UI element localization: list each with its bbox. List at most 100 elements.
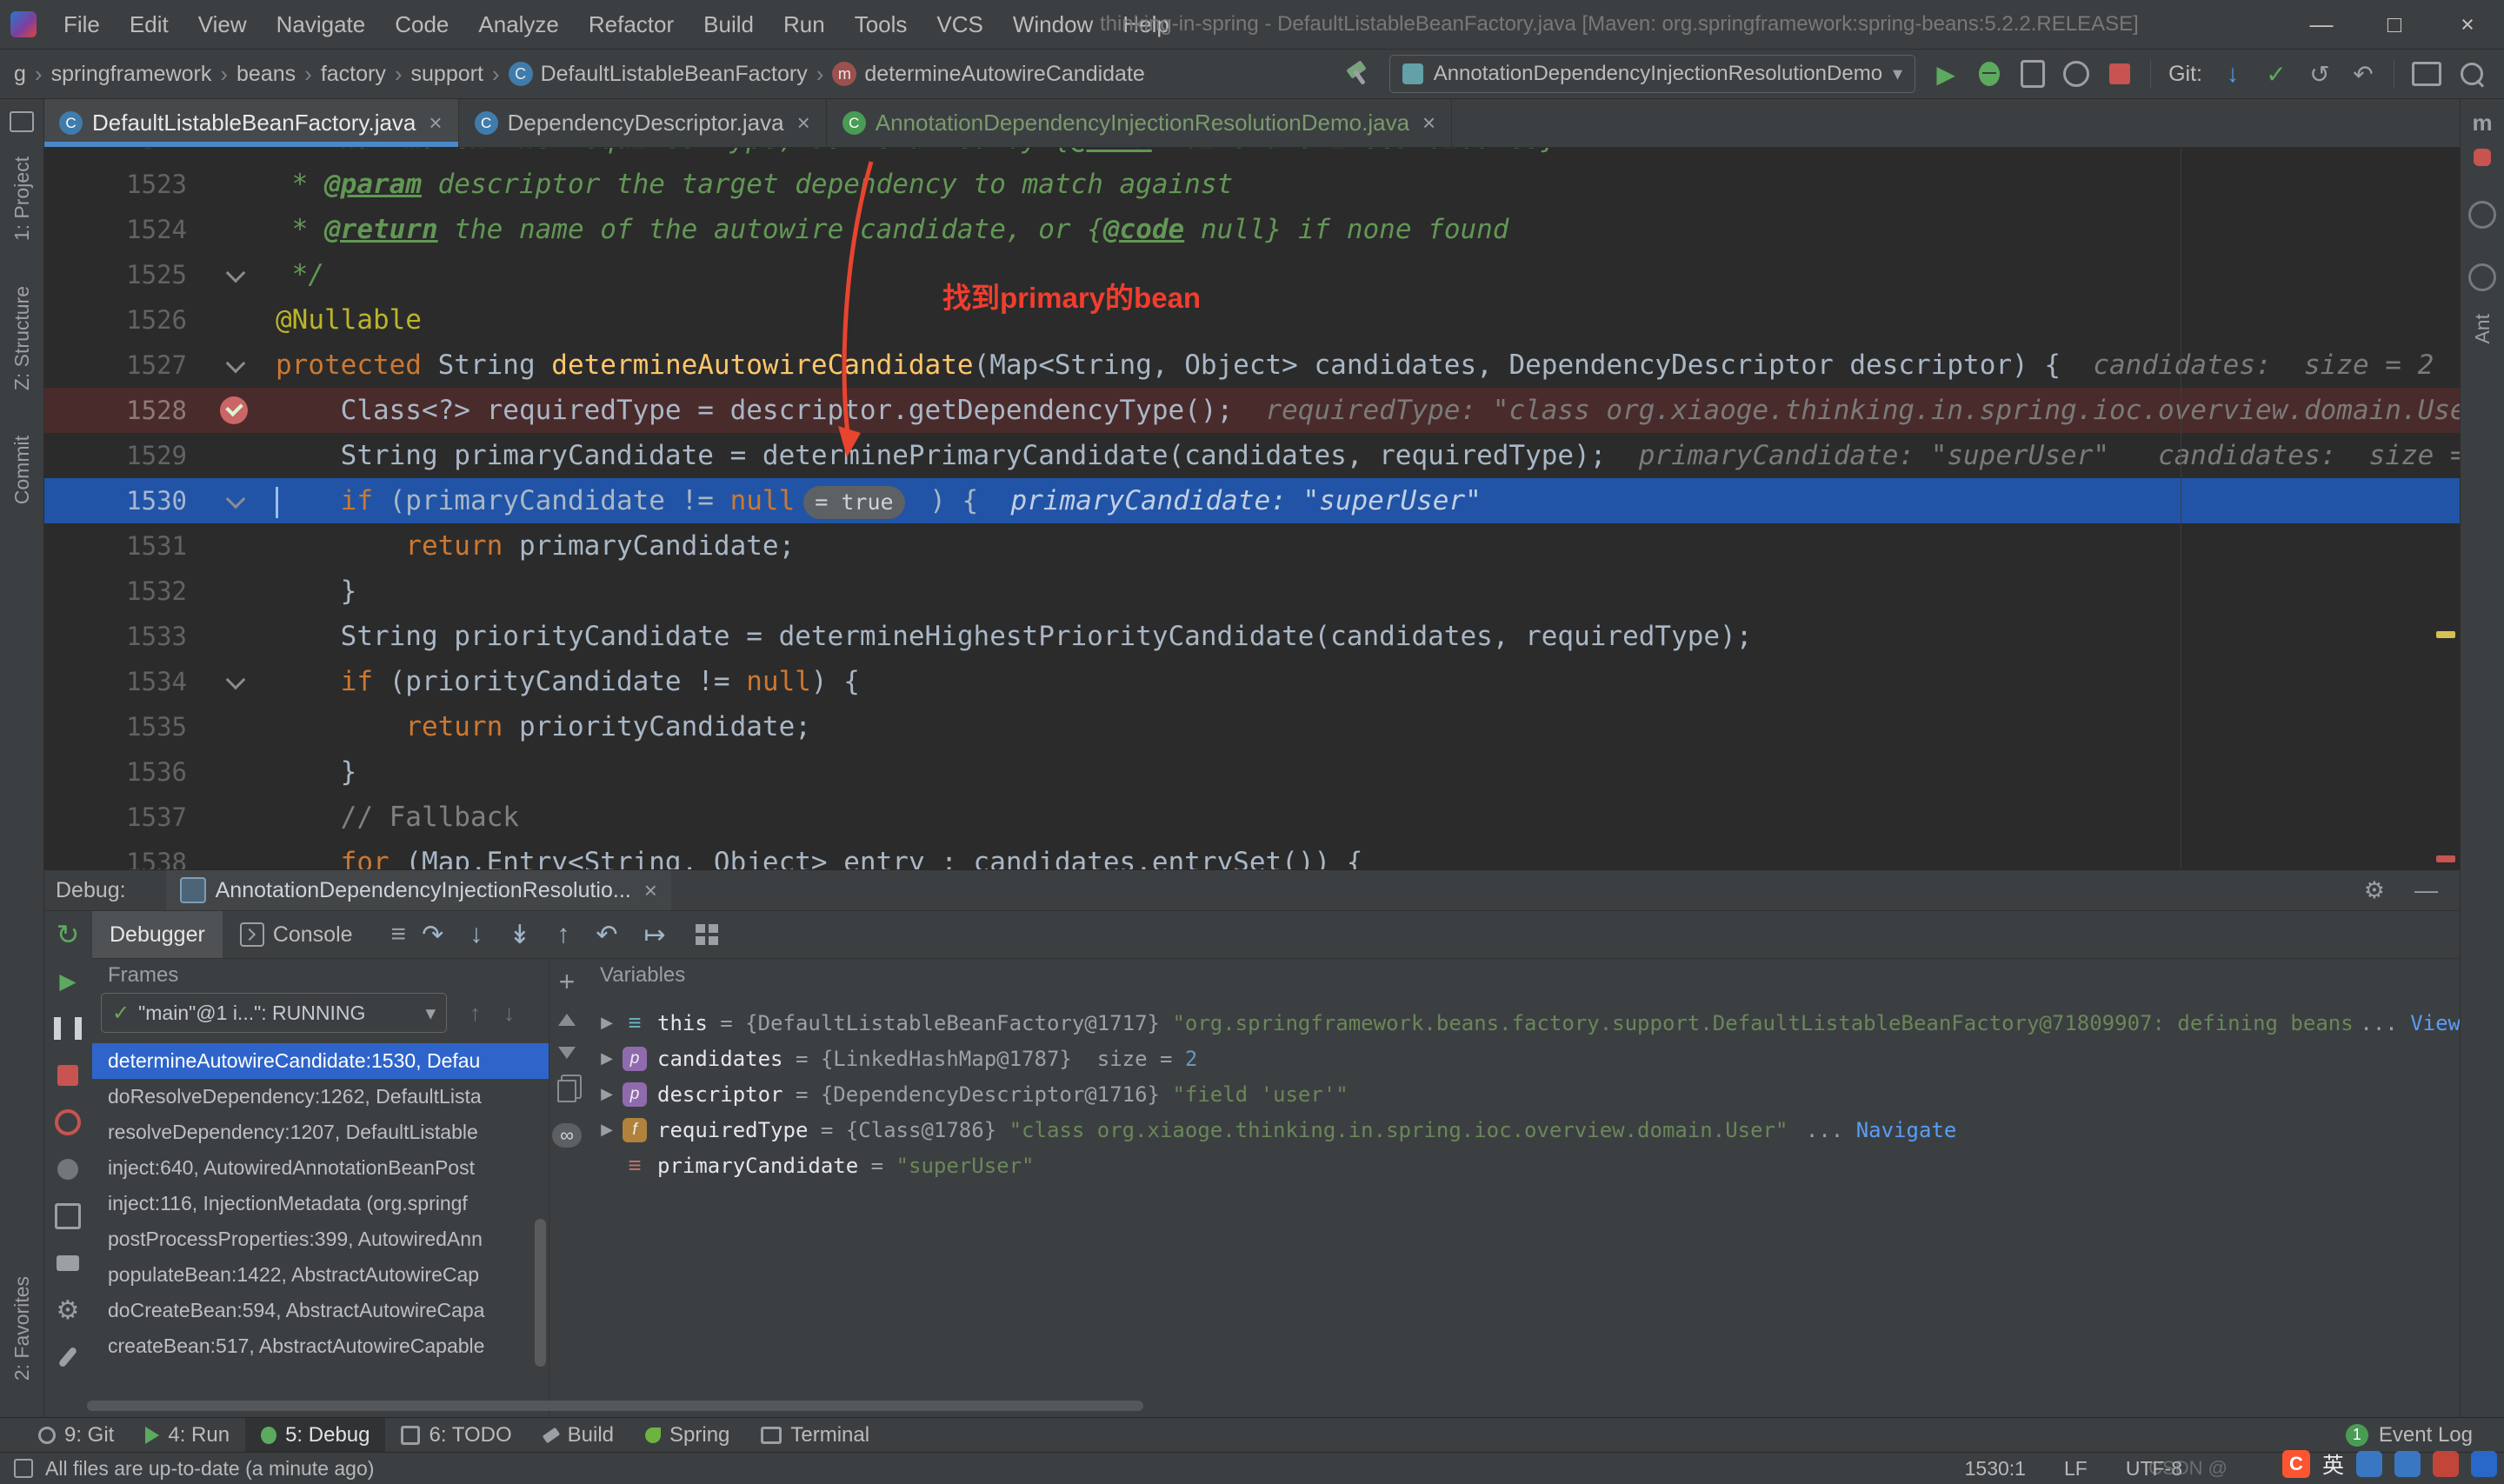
variable-row-requiredType[interactable]: ▶ f requiredType = {Class@1786} "class org… [584,1112,2461,1148]
build-hammer-icon[interactable] [1346,61,1372,87]
variable-row-this[interactable]: ▶ ≡ this = {DefaultListableBeanFactory@171… [584,1005,2461,1041]
right-stripe-icon[interactable] [2468,263,2496,291]
fold-icon[interactable] [225,669,246,690]
expand-arrow-icon[interactable]: ▶ [591,1014,623,1032]
stack-frame-row[interactable]: doResolveDependency:1262, DefaultLista [92,1079,549,1115]
move-down-icon[interactable] [558,1047,576,1059]
breadcrumb-item-springframework[interactable]: springframework [51,62,212,87]
project-folder-icon[interactable] [10,111,34,132]
variable-row-descriptor[interactable]: ▶ p descriptor = {DependencyDescriptor@171… [584,1076,2461,1112]
code-editor[interactable]: 1522 * that match the required type, as … [43,148,2461,869]
code-line-1529[interactable]: 1529 String primaryCandidate = determine… [43,433,2461,478]
ime-settings-icon[interactable] [2471,1451,2497,1477]
menu-item-edit[interactable]: Edit [115,0,183,49]
ime-panel-icon[interactable] [2394,1451,2421,1477]
menu-item-run[interactable]: Run [769,0,840,49]
rerun-icon[interactable]: ↻ [54,919,82,950]
error-notification-badge[interactable] [2474,149,2491,166]
close-icon[interactable]: × [644,877,657,904]
tool-button-5-debug[interactable]: 5: Debug [245,1418,386,1452]
variable-row-candidates[interactable]: ▶ p candidates = {LinkedHashMap@1787} size… [584,1041,2461,1076]
menu-item-tools[interactable]: Tools [840,0,922,49]
copy-icon[interactable] [557,1080,576,1102]
update-project-icon[interactable]: ↓ [2220,59,2246,89]
debug-session-tab[interactable]: AnnotationDependencyInjectionResolutio..… [165,870,671,910]
thread-dump-icon[interactable] [54,1250,82,1276]
breadcrumb-item-defaultlistablebeanfactory[interactable]: C DefaultListableBeanFactory [508,62,808,87]
code-line-1537[interactable]: 1537 // Fallback [43,795,2461,840]
previous-frame-icon[interactable]: ↑ [470,1000,481,1027]
warning-stripe-mark[interactable] [2436,631,2455,638]
fold-icon[interactable] [225,263,246,283]
variable-row-primaryCandidate[interactable]: ≡ primaryCandidate = "superUser" [584,1148,2461,1183]
tool-button-6-todo[interactable]: 6: TODO [385,1418,527,1452]
code-line-1524[interactable]: 1524 * @return the name of the autowire … [43,207,2461,252]
code-line-1532[interactable]: 1532 } [43,569,2461,614]
move-up-icon[interactable] [558,1014,576,1026]
watches-toggle-icon[interactable]: ∞ [552,1123,582,1148]
view-breakpoints-icon[interactable] [54,1109,82,1135]
debug-settings-icon[interactable]: ⚙ [2364,877,2385,904]
code-line-1538[interactable]: 1538 for (Map.Entry<String, Object> entr… [43,840,2461,869]
stripe-button-ant[interactable]: Ant [2471,314,2494,344]
line-separator[interactable]: LF [2064,1457,2088,1481]
caret-position[interactable]: 1530:1 [1965,1457,2026,1481]
running-windows-button[interactable] [2412,59,2441,89]
code-line-1528[interactable]: 1528 Class<?> requiredType = descriptor.… [43,388,2461,433]
event-log-button[interactable]: 1 Event Log [2345,1423,2504,1447]
step-into-icon[interactable]: ↓ [470,920,483,949]
add-watch-icon[interactable]: + [559,968,576,995]
hide-panel-icon[interactable]: — [2414,877,2438,904]
stack-frame-row[interactable]: inject:116, InjectionMetadata (org.sprin… [92,1186,549,1221]
menu-item-file[interactable]: File [49,0,115,49]
stack-frame-row[interactable]: resolveDependency:1207, DefaultListable [92,1115,549,1150]
code-line-1535[interactable]: 1535 return priorityCandidate; [43,704,2461,749]
expand-arrow-icon[interactable]: ▶ [591,1049,623,1068]
stripe-button-2-favorites[interactable]: 2: Favorites [10,1276,34,1381]
code-line-1530[interactable]: 1530 if (primaryCandidate != null = true … [43,478,2461,523]
stack-frame-row[interactable]: postProcessProperties:399, AutowiredAnn [92,1221,549,1257]
frames-scrollbar[interactable] [535,1219,546,1367]
stripe-button-z-structure[interactable]: Z: Structure [10,286,34,390]
code-line-1536[interactable]: 1536 } [43,749,2461,795]
tool-button-spring[interactable]: Spring [629,1418,745,1452]
code-line-1533[interactable]: 1533 String priorityCandidate = determin… [43,614,2461,659]
pin-icon[interactable] [54,1344,82,1370]
restore-layout-icon[interactable] [54,1203,82,1229]
list-icon[interactable]: ≡ [391,920,407,949]
breadcrumb-item-support[interactable]: support [411,62,483,87]
drop-frame-icon[interactable]: ↶ [596,920,617,950]
force-step-into-icon[interactable]: ↡ [509,920,530,950]
evaluate-expression-icon[interactable] [695,924,718,945]
menu-item-view[interactable]: View [183,0,262,49]
breadcrumb-item-determineautowirecandidate[interactable]: m determineAutowireCandidate [832,62,1145,87]
stack-frame-row[interactable]: doCreateBean:594, AbstractAutowireCapa [92,1293,549,1328]
debug-view-tab-console[interactable]: Console [223,911,370,958]
stack-frame-row[interactable]: populateBean:1422, AbstractAutowireCap [92,1257,549,1293]
code-line-1523[interactable]: 1523 * @param descriptor the target depe… [43,162,2461,207]
pause-icon[interactable] [54,1015,82,1041]
menu-item-code[interactable]: Code [380,0,463,49]
search-everywhere-button[interactable] [2459,59,2485,89]
step-out-icon[interactable]: ↑ [556,920,569,949]
stack-frame-row[interactable]: createBean:517, AbstractAutowireCapable [92,1328,549,1364]
close-icon[interactable]: × [429,110,442,136]
rollback-icon[interactable]: ↶ [2350,59,2376,89]
profiler-button[interactable] [2063,59,2090,89]
commit-icon[interactable]: ✓ [2263,59,2289,89]
stop-button[interactable] [2107,59,2133,89]
stack-frame-row[interactable]: determineAutowireCandidate:1530, Defau [92,1043,549,1079]
right-stripe-icon[interactable] [2468,201,2496,229]
close-icon[interactable]: × [797,110,810,136]
run-to-cursor-icon[interactable]: ↦ [643,920,665,950]
code-line-1522[interactable]: 1522 * that match the required type, as … [43,148,2461,162]
breakpoint-icon[interactable] [220,396,248,424]
debug-view-tab-debugger[interactable]: Debugger [92,911,223,958]
code-line-1526[interactable]: 1526 @Nullable [43,297,2461,343]
resume-icon[interactable]: ▶ [54,968,82,995]
editor-tab[interactable]: C DependencyDescriptor.java × [459,99,827,147]
menu-item-analyze[interactable]: Analyze [463,0,574,49]
menu-item-window[interactable]: Window [998,0,1108,49]
editor-tab[interactable]: C DefaultListableBeanFactory.java × [43,99,459,147]
expand-arrow-icon[interactable]: ▶ [591,1121,623,1139]
